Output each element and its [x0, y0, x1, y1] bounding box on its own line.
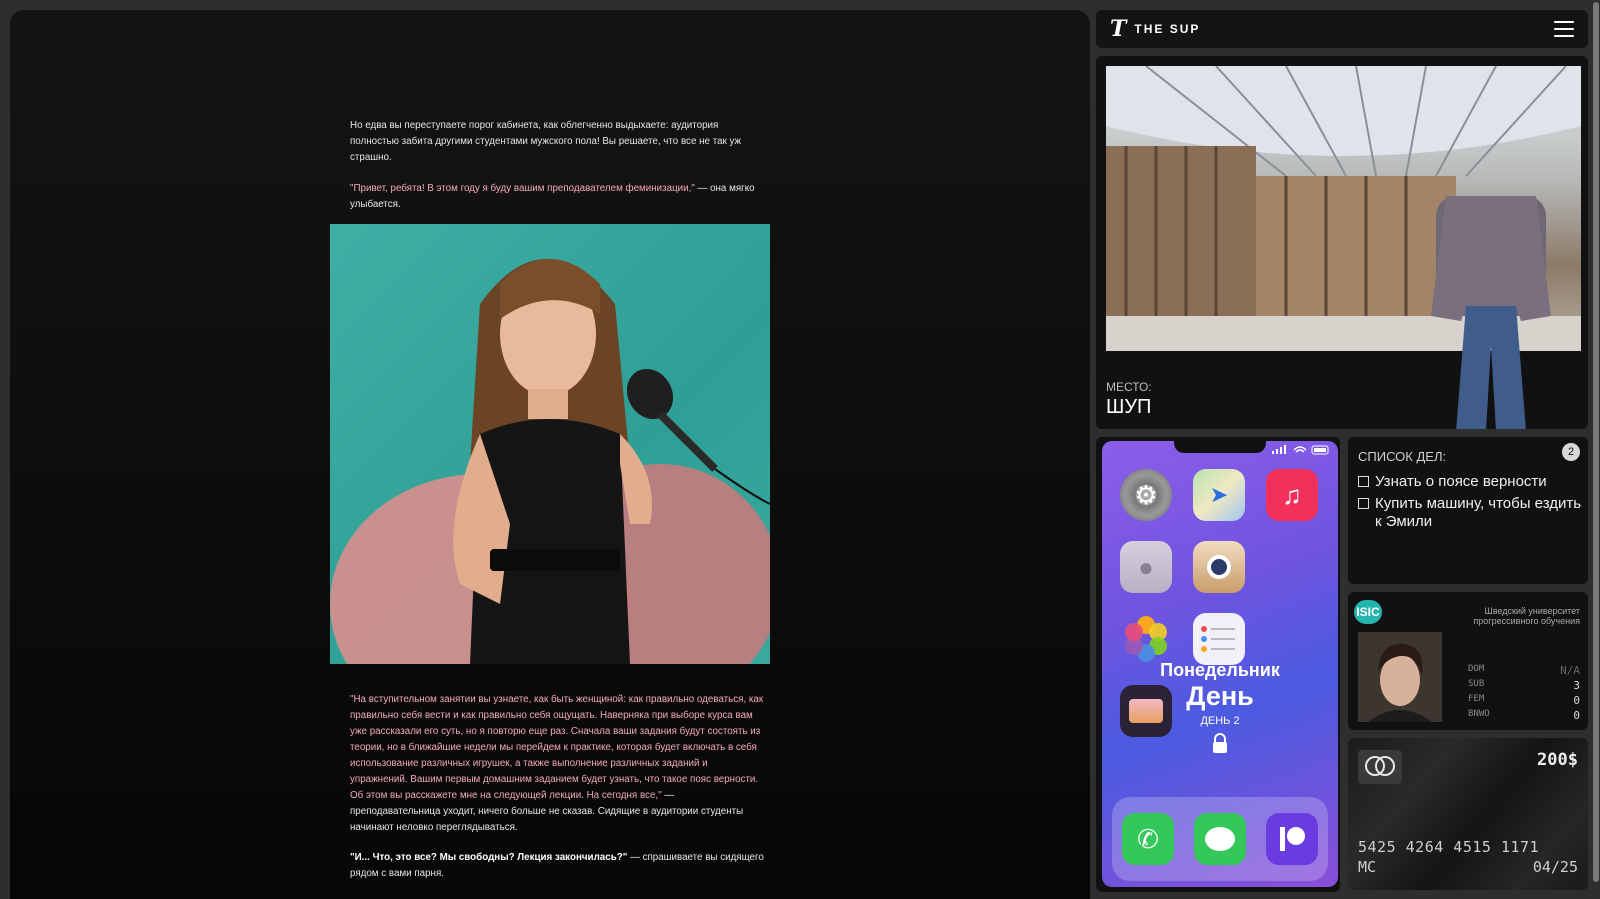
- location-value: ШУП: [1106, 396, 1152, 418]
- reminders-app-icon[interactable]: [1193, 613, 1245, 665]
- stat-value: 0: [1573, 694, 1580, 707]
- phone-notch: [1174, 441, 1266, 453]
- story-paragraph-1: Но едва вы переступаете порог кабинета, …: [350, 120, 742, 163]
- logo-icon[interactable]: T: [1110, 16, 1126, 42]
- player-quote: "И... Что, это все? Мы свободны? Лекция …: [350, 852, 628, 863]
- patreon-logo-icon: [1280, 827, 1305, 851]
- music-app-icon[interactable]: ♫: [1266, 469, 1318, 521]
- reminders-list-icon: [1201, 626, 1235, 652]
- lock-icon: [1213, 733, 1227, 753]
- story-paragraph-2: "Привет, ребята! В этом году я буду ваши…: [350, 181, 765, 213]
- card-number: 5425 4264 4515 1171: [1358, 838, 1540, 856]
- avatar: [1358, 632, 1442, 722]
- status-icons: [1272, 445, 1329, 455]
- contacts-app-icon[interactable]: ●: [1120, 541, 1172, 593]
- stat-row: BNWO 0: [1468, 709, 1580, 724]
- stat-label: FEM: [1468, 694, 1485, 704]
- phone-dock: ✆: [1112, 797, 1328, 881]
- lock-day-label: ДЕНЬ 2: [1200, 715, 1240, 727]
- todo-checkbox[interactable]: [1358, 476, 1369, 487]
- card-balance: 200$: [1537, 750, 1578, 770]
- sidebar: T THE SUP МЕСТО: ШУП ⚙ ➤ ♫ ● Понедельник…: [1094, 0, 1591, 899]
- todo-item[interactable]: Узнать о поясе верности: [1358, 473, 1583, 491]
- scrollbar-thumb[interactable]: [1593, 2, 1599, 882]
- teacher-illustration: [330, 259, 770, 664]
- stats-list: DOM N/A SUB 3 FEM 0 BNWO 0: [1468, 664, 1580, 724]
- character-silhouette: [1431, 196, 1551, 429]
- lock-weekday: Понедельник: [1160, 660, 1280, 680]
- patreon-app-icon[interactable]: [1266, 813, 1318, 865]
- stat-value: N/A: [1560, 664, 1580, 677]
- todo-item[interactable]: Купить машину, чтобы ездить к Эмили: [1358, 495, 1583, 531]
- teacher-quote: "Привет, ребята! В этом году я буду ваши…: [350, 183, 695, 194]
- stat-value: 3: [1573, 679, 1580, 692]
- isic-badge: ISIC: [1354, 600, 1382, 624]
- todo-count-badge: 2: [1562, 443, 1580, 461]
- camera-app-icon[interactable]: [1193, 541, 1245, 593]
- story-panel: Но едва вы переступаете порог кабинета, …: [10, 10, 1090, 899]
- todo-checkbox[interactable]: [1358, 498, 1369, 509]
- card-holder: MC: [1358, 858, 1377, 876]
- phone-app-icon[interactable]: ✆: [1122, 813, 1174, 865]
- messages-app-icon[interactable]: [1194, 813, 1246, 865]
- photos-app-icon[interactable]: [1120, 613, 1172, 665]
- location-label: МЕСТО:: [1106, 380, 1152, 394]
- hamburger-menu-icon[interactable]: [1554, 21, 1574, 37]
- university-name: Шведский университет прогрессивного обуч…: [1473, 606, 1580, 626]
- stat-label: BNWO: [1468, 709, 1490, 719]
- stat-row: DOM N/A: [1468, 664, 1580, 679]
- maps-app-icon[interactable]: ➤: [1193, 469, 1245, 521]
- teacher-photo: [330, 224, 770, 664]
- todo-title: СПИСОК ДЕЛ:: [1358, 449, 1447, 464]
- story-paragraph-4: "И... Что, это все? Мы свободны? Лекция …: [350, 850, 765, 882]
- scrollbar[interactable]: [1592, 0, 1600, 899]
- location-card: МЕСТО: ШУП: [1096, 56, 1588, 429]
- card-expiry: 04/25: [1532, 858, 1578, 876]
- student-id-card: ISIC Шведский университет прогрессивного…: [1348, 592, 1588, 730]
- stat-label: SUB: [1468, 679, 1485, 689]
- stat-value: 0: [1573, 709, 1580, 722]
- stat-label: DOM: [1468, 664, 1485, 674]
- photos-flower-icon: [1125, 616, 1167, 662]
- phone-widget: ⚙ ➤ ♫ ● Понедельник День ДЕНЬ 2 ✆: [1096, 437, 1340, 892]
- settings-app-icon[interactable]: ⚙: [1120, 469, 1172, 521]
- todo-list-card: СПИСОК ДЕЛ: 2 Узнать о поясе верности Ку…: [1348, 437, 1588, 584]
- avatar-portrait: [1358, 632, 1442, 722]
- mastercard-logo-icon: [1358, 750, 1402, 784]
- stat-row: FEM 0: [1468, 694, 1580, 709]
- todo-item-label: Узнать о поясе верности: [1375, 473, 1547, 490]
- lock-period: День: [1186, 681, 1254, 711]
- story-paragraph-3: "На вступительном занятии вы узнаете, ка…: [350, 692, 765, 836]
- phone-screen: ⚙ ➤ ♫ ● Понедельник День ДЕНЬ 2 ✆: [1102, 441, 1338, 887]
- stat-row: SUB 3: [1468, 679, 1580, 694]
- logo-text[interactable]: THE SUP: [1134, 22, 1200, 36]
- todo-item-label: Купить машину, чтобы ездить к Эмили: [1375, 495, 1582, 530]
- teacher-quote: "На вступительном занятии вы узнаете, ка…: [350, 694, 764, 801]
- top-bar: T THE SUP: [1096, 10, 1588, 48]
- bank-card[interactable]: 200$ 5425 4264 4515 1171 MC 04/25: [1348, 738, 1588, 890]
- mastercard-circles-icon: [1365, 756, 1395, 776]
